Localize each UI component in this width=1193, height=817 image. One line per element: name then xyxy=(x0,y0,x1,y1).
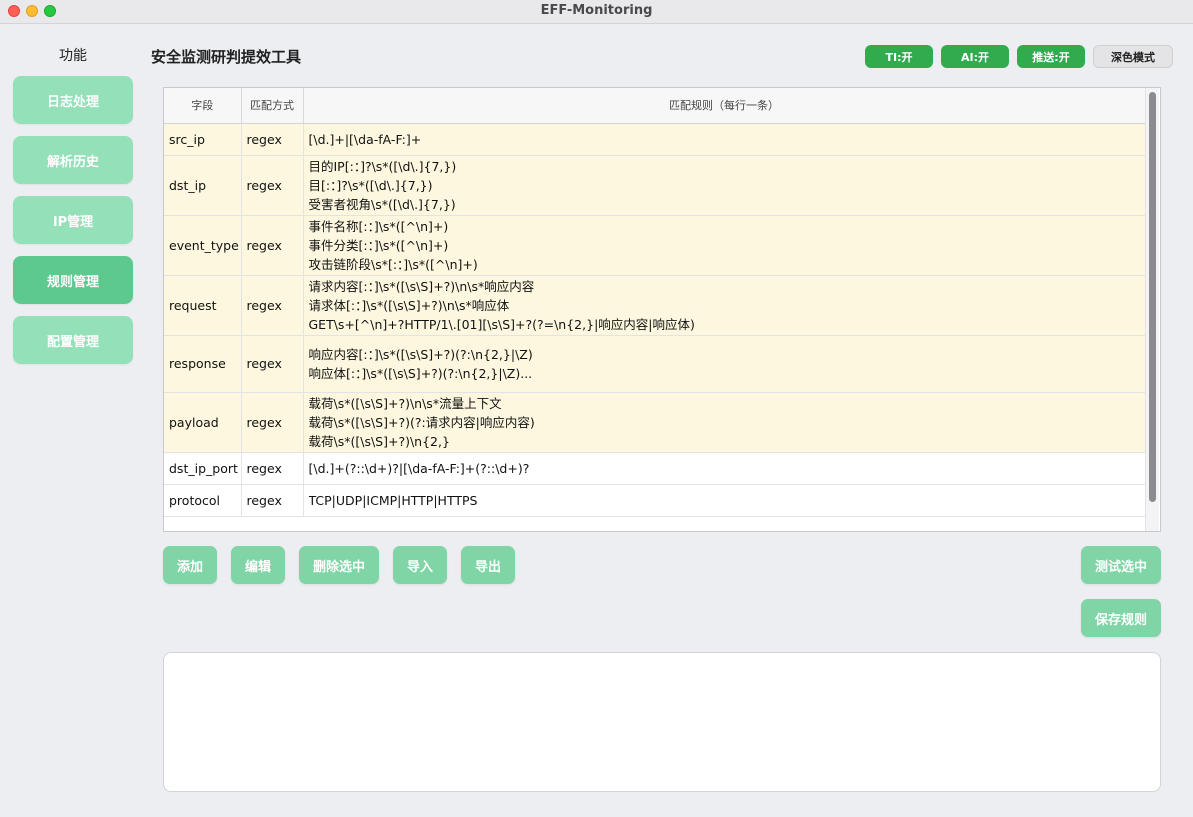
rule-line: 请求内容[:：]\s*([\s\S]+?)\n\s*响应内容 xyxy=(308,278,535,294)
output-textarea[interactable] xyxy=(163,652,1161,792)
sidebar-item-rule-management[interactable]: 规则管理 xyxy=(13,256,133,304)
rule-line: 受害者视角\s*([\d\.]{7,}) xyxy=(308,196,456,212)
rule-line: 响应内容[:：]\s*([\s\S]+?)(?:\n{2,}|\Z) xyxy=(308,346,533,362)
method-cell[interactable]: regex xyxy=(241,123,304,156)
save-rules-button[interactable]: 保存规则 xyxy=(1081,599,1161,637)
rules-table-container: 字段 匹配方式 匹配规则（每行一条） src_ip regex [\d.]+|[\d… xyxy=(163,87,1161,532)
rule-line: 载荷\s*([\s\S]+?)\n\s*流量上下文 xyxy=(308,395,502,411)
rules-cell[interactable]: 载荷\s*([\s\S]+?)\n\s*流量上下文 载荷\s*([\s\S]+?)… xyxy=(303,392,1146,453)
rules-table: 字段 匹配方式 匹配规则（每行一条） src_ip regex [\d.]+|[\d… xyxy=(164,88,1146,517)
table-row[interactable]: payload regex 载荷\s*([\s\S]+?)\n\s*流量上下文 载荷\… xyxy=(164,392,1146,453)
table-scroll-thumb[interactable] xyxy=(1149,92,1156,502)
column-header-method[interactable]: 匹配方式 xyxy=(241,88,304,124)
rules-cell[interactable]: 请求内容[:：]\s*([\s\S]+?)\n\s*响应内容 请求体[:：]\s*… xyxy=(303,275,1146,336)
delete-selected-button[interactable]: 删除选中 xyxy=(299,546,379,584)
export-button[interactable]: 导出 xyxy=(461,546,515,584)
method-cell[interactable]: regex xyxy=(241,275,304,336)
column-header-field[interactable]: 字段 xyxy=(164,88,242,124)
rule-line: [\d.]+(?::\d+)?|[\da-fA-F:]+(?::\d+)? xyxy=(308,460,530,476)
rules-cell[interactable]: [\d.]+(?::\d+)?|[\da-fA-F:]+(?::\d+)? xyxy=(303,452,1146,485)
table-row[interactable]: dst_ip regex 目的IP[:：]?\s*([\d\.]{7,}) 目[:：]… xyxy=(164,155,1146,216)
rules-cell[interactable]: 响应内容[:：]\s*([\s\S]+?)(?:\n{2,}|\Z) 响应体[:：… xyxy=(303,335,1146,393)
field-cell[interactable]: event_type xyxy=(164,215,242,276)
push-toggle[interactable]: 推送:开 xyxy=(1017,45,1085,68)
dark-mode-toggle[interactable]: 深色模式 xyxy=(1093,45,1173,68)
field-cell[interactable]: src_ip xyxy=(164,123,242,156)
rule-line: 载荷\s*([\s\S]+?)\n{2,} xyxy=(308,433,450,449)
rule-line: 事件分类[:：]\s*([^\n]+) xyxy=(308,237,449,253)
method-cell[interactable]: regex xyxy=(241,155,304,216)
table-row[interactable]: event_type regex 事件名称[:：]\s*([^\n]+) 事件分类[:… xyxy=(164,215,1146,276)
rule-line: 请求体[:：]\s*([\s\S]+?)\n\s*响应体 xyxy=(308,297,510,313)
method-cell[interactable]: regex xyxy=(241,452,304,485)
rule-line: GET\s+[^\n]+?HTTP/1\.[01][\s\S]+?(?=\n{2… xyxy=(308,316,695,332)
table-row[interactable]: protocol regex TCP|UDP|ICMP|HTTP|HTTPS xyxy=(164,484,1146,517)
table-row[interactable]: request regex 请求内容[:：]\s*([\s\S]+?)\n\s*响应… xyxy=(164,275,1146,336)
rules-cell[interactable]: TCP|UDP|ICMP|HTTP|HTTPS xyxy=(303,484,1146,517)
rule-line: 目[:：]?\s*([\d\.]{7,}) xyxy=(308,177,433,193)
field-cell[interactable]: dst_ip_port xyxy=(164,452,242,485)
field-cell[interactable]: request xyxy=(164,275,242,336)
sidebar-item-parse-history[interactable]: 解析历史 xyxy=(13,136,133,184)
rule-line: 目的IP[:：]?\s*([\d\.]{7,}) xyxy=(308,158,457,174)
sidebar-item-ip-management[interactable]: IP管理 xyxy=(13,196,133,244)
test-selected-button[interactable]: 测试选中 xyxy=(1081,546,1161,584)
window-title: EFF-Monitoring xyxy=(540,3,653,18)
rule-line: 事件名称[:：]\s*([^\n]+) xyxy=(308,218,449,234)
ti-toggle[interactable]: TI:开 xyxy=(865,45,933,68)
rule-line: [\d.]+|[\da-fA-F:]+ xyxy=(308,131,422,147)
field-cell[interactable]: dst_ip xyxy=(164,155,242,216)
rule-line: 响应体[:：]\s*([\s\S]+?)(?:\n{2,}|\Z)... xyxy=(308,365,533,381)
rule-line: 载荷\s*([\s\S]+?)(?:请求内容|响应内容) xyxy=(308,414,535,430)
table-scrollbar[interactable] xyxy=(1145,88,1159,531)
table-row[interactable]: response regex 响应内容[:：]\s*([\s\S]+?)(?:\n{… xyxy=(164,335,1146,393)
add-button[interactable]: 添加 xyxy=(163,546,217,584)
ai-toggle[interactable]: AI:开 xyxy=(941,45,1009,68)
page-title: 安全监测研判提效工具 xyxy=(151,48,302,66)
rule-line: TCP|UDP|ICMP|HTTP|HTTPS xyxy=(308,492,478,508)
import-button[interactable]: 导入 xyxy=(393,546,447,584)
method-cell[interactable]: regex xyxy=(241,215,304,276)
table-row[interactable]: src_ip regex [\d.]+|[\da-fA-F:]+ xyxy=(164,123,1146,156)
method-cell[interactable]: regex xyxy=(241,484,304,517)
rules-cell[interactable]: 事件名称[:：]\s*([^\n]+) 事件分类[:：]\s*([^\n]+) 攻击… xyxy=(303,215,1146,276)
sidebar-heading: 功能 xyxy=(59,48,87,64)
rule-line: 攻击链阶段\s*[:：]\s*([^\n]+) xyxy=(308,256,478,272)
field-cell[interactable]: protocol xyxy=(164,484,242,517)
rules-cell[interactable]: [\d.]+|[\da-fA-F:]+ xyxy=(303,123,1146,156)
sidebar-item-log-processing[interactable]: 日志处理 xyxy=(13,76,133,124)
edit-button[interactable]: 编辑 xyxy=(231,546,285,584)
method-cell[interactable]: regex xyxy=(241,392,304,453)
table-header-row: 字段 匹配方式 匹配规则（每行一条） xyxy=(164,88,1146,124)
sidebar-item-config-management[interactable]: 配置管理 xyxy=(13,316,133,364)
field-cell[interactable]: response xyxy=(164,335,242,393)
method-cell[interactable]: regex xyxy=(241,335,304,393)
table-row[interactable]: dst_ip_port regex [\d.]+(?::\d+)?|[\da-fA-… xyxy=(164,452,1146,485)
column-header-rules[interactable]: 匹配规则（每行一条） xyxy=(303,88,1146,124)
rules-cell[interactable]: 目的IP[:：]?\s*([\d\.]{7,}) 目[:：]?\s*([\d\.]… xyxy=(303,155,1146,216)
field-cell[interactable]: payload xyxy=(164,392,242,453)
title-bar: EFF-Monitoring xyxy=(0,0,1193,24)
